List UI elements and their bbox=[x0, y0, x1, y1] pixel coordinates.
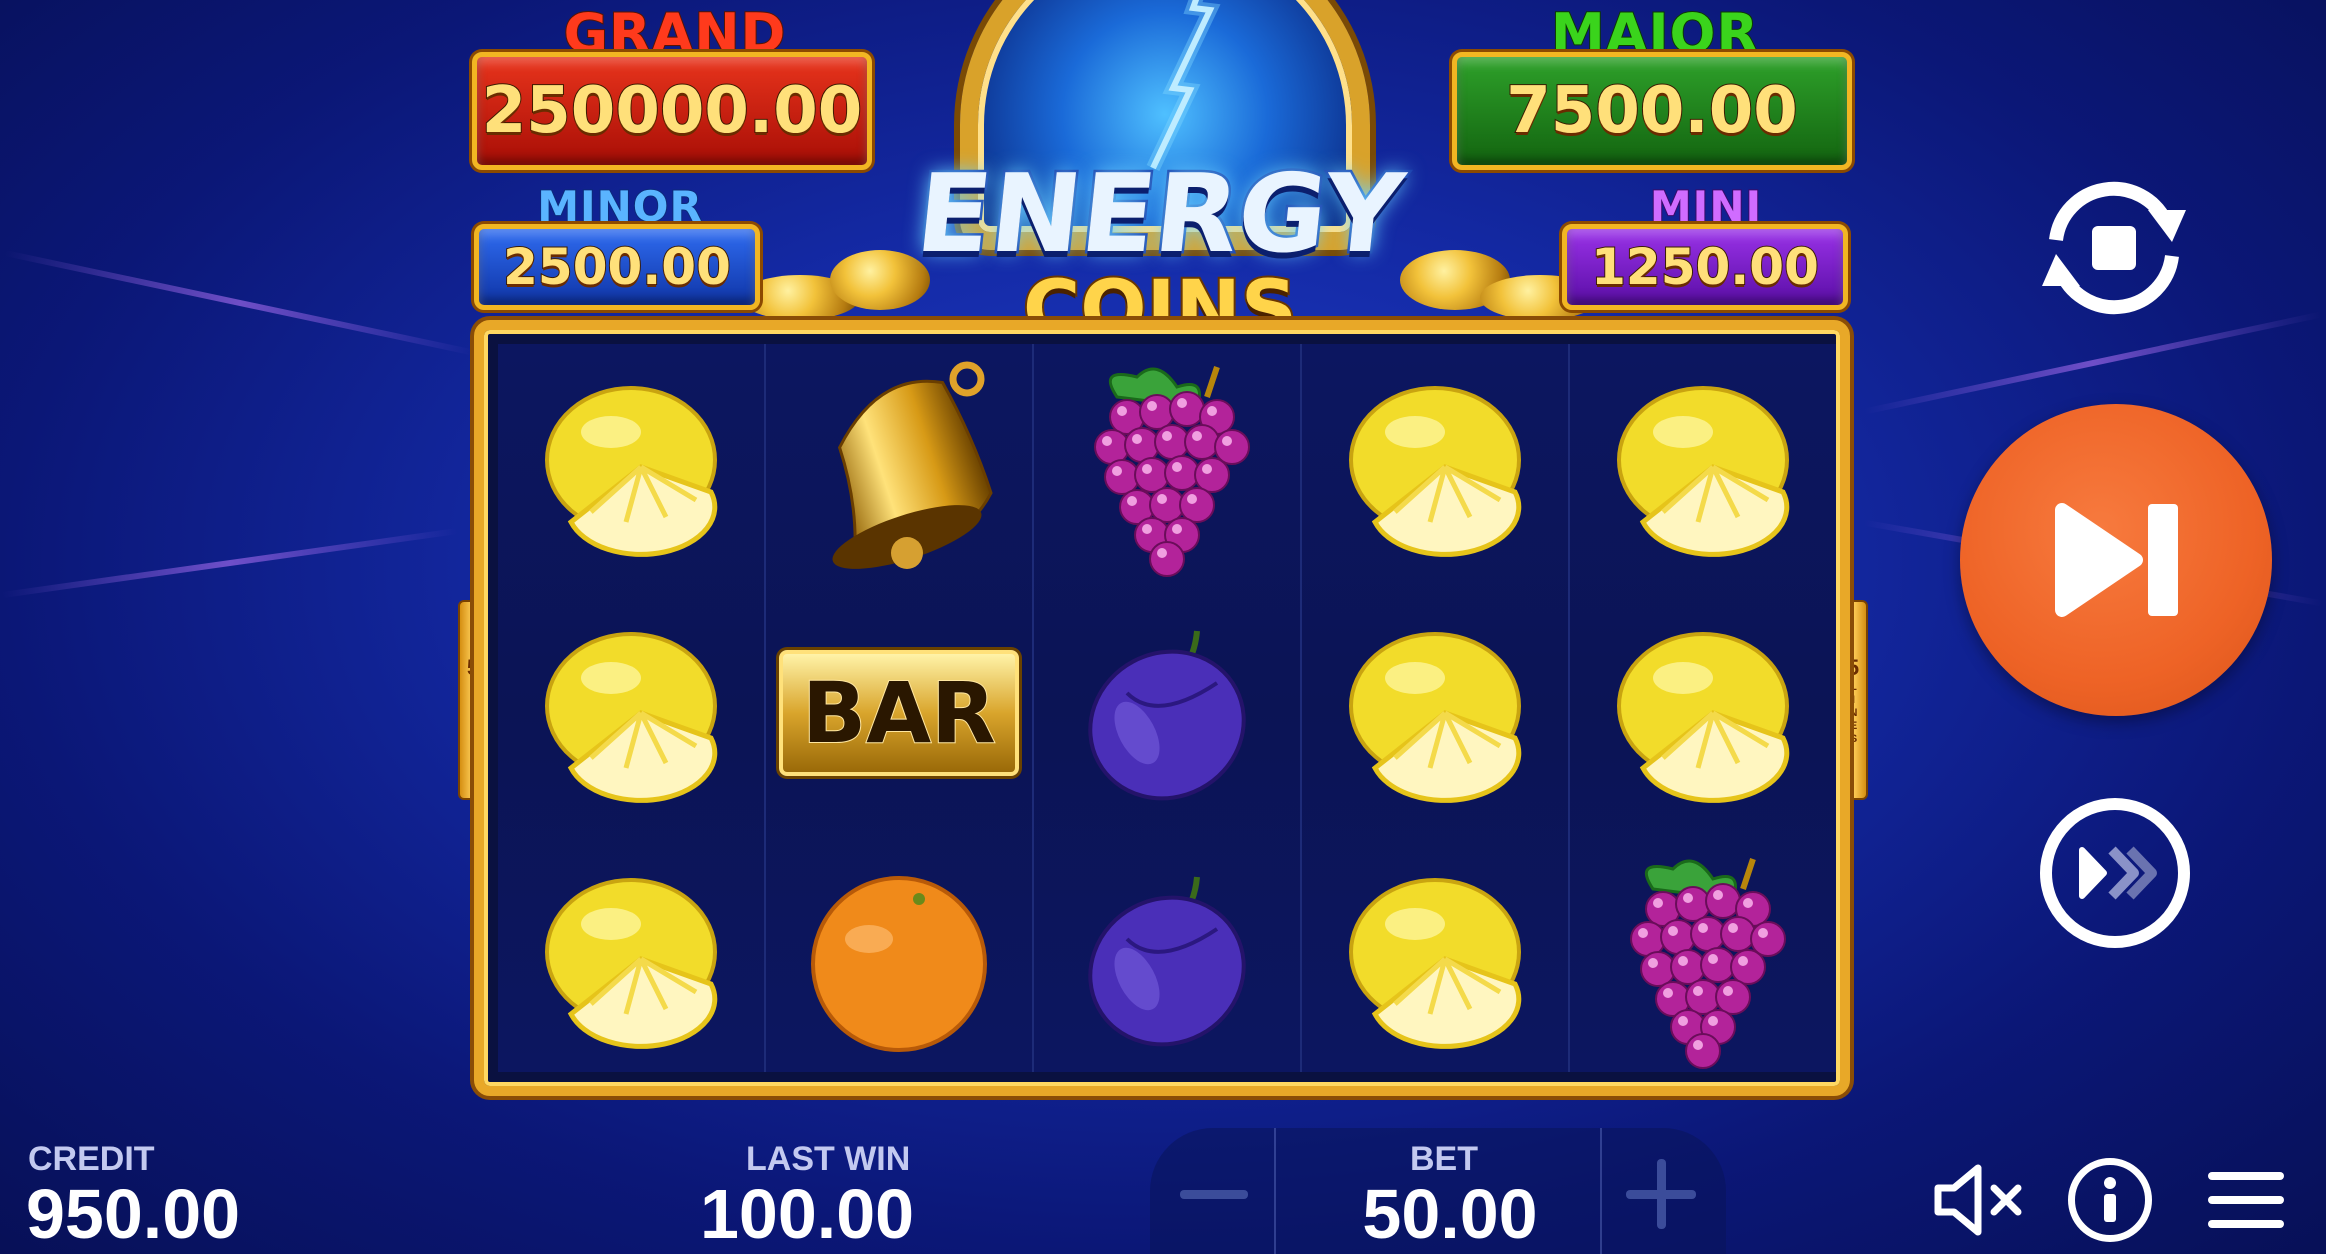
symbol-lemon bbox=[497, 590, 765, 836]
symbol-lemon bbox=[497, 836, 765, 1082]
spin-button[interactable] bbox=[1960, 404, 2272, 716]
symbol-lemon bbox=[1569, 590, 1837, 836]
symbol-lemon bbox=[1301, 836, 1569, 1082]
last-win-value: 100.00 bbox=[700, 1175, 915, 1253]
logo-energy: ENERGY bbox=[908, 150, 1412, 280]
mini-value: 1250.00 bbox=[1590, 237, 1820, 297]
bar-symbol-text: BAR bbox=[801, 663, 997, 763]
reel-grid: BAR bbox=[474, 320, 1850, 1096]
symbol-bar: BAR bbox=[765, 590, 1033, 836]
symbol-grapes bbox=[1033, 344, 1301, 590]
mini-jackpot: 1250.00 bbox=[1562, 224, 1848, 310]
sound-button[interactable] bbox=[1932, 1162, 2028, 1238]
symbol-lemon bbox=[1301, 590, 1569, 836]
minor-jackpot: 2500.00 bbox=[474, 224, 760, 310]
bet-value: 50.00 bbox=[1362, 1175, 1538, 1253]
major-jackpot: 7500.00 bbox=[1452, 52, 1852, 170]
bet-panel: BET 50.00 bbox=[1150, 1128, 1726, 1254]
grand-value: 250000.00 bbox=[481, 73, 864, 149]
symbol-plum bbox=[1033, 836, 1301, 1082]
skip-play-icon bbox=[2055, 503, 2178, 617]
light-beam bbox=[1864, 311, 2322, 415]
menu-button[interactable] bbox=[2206, 1166, 2286, 1234]
info-icon bbox=[2104, 1177, 2116, 1222]
plus-icon bbox=[1602, 1128, 1728, 1254]
symbol-bell bbox=[765, 344, 1033, 590]
menu-icon bbox=[2208, 1172, 2284, 1228]
symbol-lemon bbox=[1301, 344, 1569, 590]
turbo-button[interactable] bbox=[2040, 798, 2190, 948]
symbol-orange bbox=[765, 836, 1033, 1082]
turbo-icon bbox=[2079, 846, 2157, 900]
symbol-lemon bbox=[1569, 344, 1837, 590]
bet-increase-button[interactable] bbox=[1600, 1128, 1726, 1254]
minus-icon bbox=[1180, 1190, 1248, 1199]
sound-muted-icon bbox=[1934, 1164, 2022, 1236]
symbol-plum bbox=[1033, 590, 1301, 836]
major-value: 7500.00 bbox=[1505, 73, 1798, 149]
grand-jackpot: 250000.00 bbox=[472, 52, 872, 170]
light-beam bbox=[4, 250, 476, 356]
light-beam bbox=[1, 528, 459, 598]
minor-value: 2500.00 bbox=[502, 237, 732, 297]
credit-value: 950.00 bbox=[26, 1175, 241, 1253]
bet-decrease-button[interactable] bbox=[1150, 1128, 1276, 1254]
symbol-lemon bbox=[497, 344, 765, 590]
info-button[interactable] bbox=[2068, 1158, 2152, 1242]
autoplay-icon bbox=[2042, 181, 2186, 315]
autoplay-button[interactable] bbox=[2026, 170, 2202, 326]
symbol-grapes bbox=[1569, 836, 1837, 1082]
